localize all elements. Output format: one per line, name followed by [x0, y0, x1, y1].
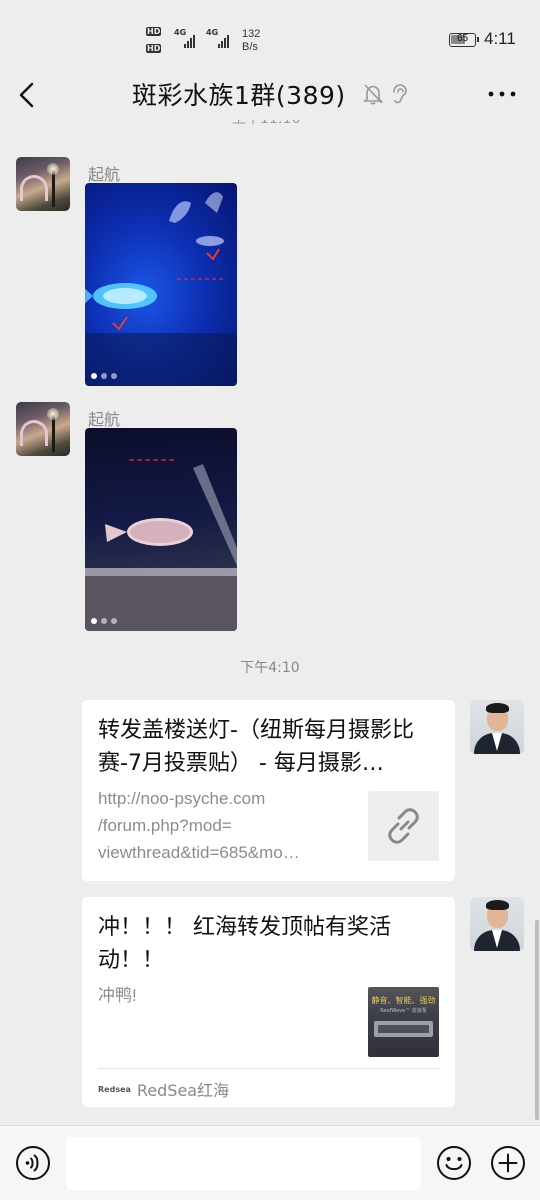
plus-icon[interactable] [490, 1145, 526, 1181]
battery-level: 65 [456, 33, 469, 44]
sender-name: 起航 [88, 410, 121, 429]
my-avatar[interactable] [470, 700, 524, 754]
card-title: 冲！！！ 红海转发顶帖有奖活动！！ [98, 915, 391, 973]
back-arrow-icon[interactable] [14, 80, 42, 110]
image-message[interactable] [85, 428, 237, 631]
ear-icon [393, 84, 407, 104]
emoji-icon[interactable] [436, 1145, 472, 1181]
scrollbar[interactable] [535, 920, 539, 1120]
status-bar: HD HD 4G 4G 132 B/s 65 4:11 [0, 0, 540, 70]
network-type-2: 4G [206, 28, 219, 37]
link-card[interactable]: 冲！！！ 红海转发顶帖有奖活动！！ 冲鸭! 静音、智能、强劲 ReefWave™… [82, 897, 455, 1107]
link-thumbnail [368, 791, 439, 861]
chat-title: 斑彩水族1群(389) [132, 81, 346, 110]
sender-avatar[interactable] [16, 157, 70, 211]
network-speed-value: 132 [242, 28, 261, 40]
link-card[interactable]: 转发盖楼送灯-（纽斯每月摄影比赛-7月投票贴） - 每月摄影… http://n… [82, 700, 455, 881]
network-speed: 132 B/s [242, 28, 260, 54]
signal-icon-2 [218, 34, 229, 48]
voice-icon[interactable] [15, 1145, 51, 1181]
signal-icon-1 [184, 34, 195, 48]
timestamp: 下午4:10 [240, 660, 300, 676]
input-bar [0, 1125, 540, 1200]
image-message[interactable] [85, 183, 237, 386]
link-icon [388, 808, 419, 844]
status-time: 4:11 [484, 29, 516, 48]
hd-badge-2: HD [146, 44, 162, 53]
message-input[interactable] [66, 1137, 421, 1190]
hd-badge-1: HD [146, 27, 162, 36]
card-desc: 冲鸭! [98, 986, 137, 1005]
mute-bell-icon [363, 84, 383, 105]
battery-icon: 65 [449, 33, 479, 47]
card-title: 转发盖楼送灯-（纽斯每月摄影比赛-7月投票贴） - 每月摄影… [98, 718, 414, 776]
timestamp-cut: 上午11:16 [232, 120, 300, 128]
sender-name: 起航 [88, 165, 121, 184]
sender-avatar[interactable] [16, 402, 70, 456]
source-logo: Redsea [98, 1084, 131, 1094]
more-icon[interactable] [486, 82, 518, 106]
card-url: http://noo-psyche.com /forum.php?mod= vi… [98, 789, 300, 862]
network-speed-unit: B/s [242, 41, 258, 53]
card-thumbnail: 静音、智能、强劲 ReefWave™ 造浪泵 [368, 987, 439, 1057]
my-avatar[interactable] [470, 897, 524, 951]
chat-header: 斑彩水族1群(389) [0, 70, 540, 120]
card-source: Redsea RedSea红海 [98, 1077, 229, 1101]
source-name: RedSea红海 [136, 1081, 230, 1100]
chat-area[interactable]: 上午11:16 起航 起航 [0, 120, 540, 1125]
